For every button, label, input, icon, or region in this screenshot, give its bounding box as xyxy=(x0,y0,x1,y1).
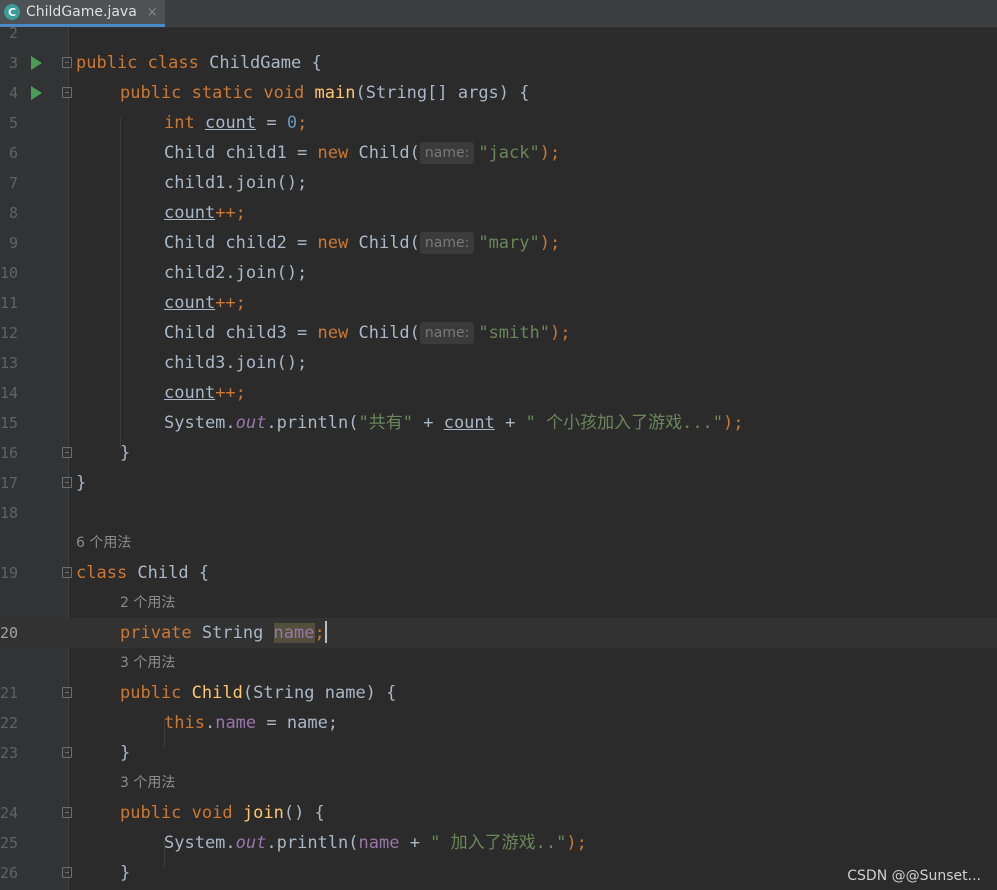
code-line: 9 Child child2 = new Child(name: "mary"); xyxy=(0,228,997,258)
line-number: 14 xyxy=(0,384,18,402)
line-number: 7 xyxy=(8,174,18,192)
usages-link[interactable]: 3 个用法 xyxy=(120,648,175,678)
code-line: 23 } xyxy=(0,738,997,768)
line-number: 12 xyxy=(0,324,18,342)
line-number: 2 xyxy=(8,24,18,42)
code-text: class Child { xyxy=(76,563,210,583)
code-text: public class ChildGame { xyxy=(76,53,322,73)
line-number: 26 xyxy=(0,864,18,882)
code-text: System.out.println(name + " 加入了游戏.."); xyxy=(164,833,587,853)
fold-icon[interactable] xyxy=(62,447,72,458)
line-number: 16 xyxy=(0,444,18,462)
line-number: 20 xyxy=(0,624,18,642)
code-line: 18 xyxy=(0,498,997,528)
code-line: 17 } xyxy=(0,468,997,498)
code-line: 19 class Child { xyxy=(0,558,997,588)
code-text: } xyxy=(120,743,131,763)
code-line: 10 child2.join(); xyxy=(0,258,997,288)
watermark: CSDN @@Sunset... xyxy=(847,868,981,884)
code-line: 14 count++; xyxy=(0,378,997,408)
code-text: Child child3 = new Child(name: "smith"); xyxy=(164,322,571,344)
code-line: 12 Child child3 = new Child(name: "smith"… xyxy=(0,318,997,348)
parameter-hint: name: xyxy=(419,142,475,164)
line-number: 13 xyxy=(0,354,18,372)
code-line: 22 this.name = name; xyxy=(0,708,997,738)
code-text: Child child2 = new Child(name: "mary"); xyxy=(164,232,561,254)
line-number: 21 xyxy=(0,684,18,702)
usage-hint-row: 3 个用法 xyxy=(0,648,997,678)
code-text: System.out.println("共有" + count + " 个小孩加… xyxy=(164,413,744,433)
line-number: 5 xyxy=(8,114,18,132)
code-line: 5 int count = 0; xyxy=(0,108,997,138)
fold-icon[interactable] xyxy=(62,807,72,818)
code-text: child3.join(); xyxy=(164,353,308,373)
parameter-hint: name: xyxy=(419,322,475,344)
highlighted-identifier: name xyxy=(273,623,315,643)
code-line: 3 public class ChildGame { xyxy=(0,48,997,78)
parameter-hint: name: xyxy=(419,232,475,254)
fold-icon[interactable] xyxy=(62,867,72,878)
code-text: public Child(String name) { xyxy=(120,683,397,703)
code-text: public static void main(String[] args) { xyxy=(120,83,530,103)
line-number: 10 xyxy=(0,264,18,282)
code-line: 16 } xyxy=(0,438,997,468)
code-line: 15 System.out.println("共有" + count + " 个… xyxy=(0,408,997,438)
line-number: 23 xyxy=(0,744,18,762)
line-number: 4 xyxy=(8,84,18,102)
fold-icon[interactable] xyxy=(62,477,72,488)
code-text: } xyxy=(76,473,87,493)
usages-link[interactable]: 2 个用法 xyxy=(120,588,175,618)
fold-icon[interactable] xyxy=(62,747,72,758)
code-text: int count = 0; xyxy=(164,113,308,133)
fold-icon[interactable] xyxy=(62,87,72,98)
code-line: 13 child3.join(); xyxy=(0,348,997,378)
line-number: 8 xyxy=(8,204,18,222)
run-icon[interactable] xyxy=(31,56,42,70)
code-text: count++; xyxy=(164,203,246,223)
code-text: private String name; xyxy=(120,621,327,643)
line-number: 11 xyxy=(0,294,18,312)
code-editor[interactable]: 2 3 public class ChildGame { 4 public st… xyxy=(0,24,997,890)
line-number: 17 xyxy=(0,474,18,492)
code-line: 7 child1.join(); xyxy=(0,168,997,198)
code-text: child2.join(); xyxy=(164,263,308,283)
usages-link[interactable]: 6 个用法 xyxy=(76,528,131,558)
code-text: public void join() { xyxy=(120,803,325,823)
line-number: 6 xyxy=(8,144,18,162)
code-text: } xyxy=(120,443,131,463)
line-number: 22 xyxy=(0,714,18,732)
code-text: this.name = name; xyxy=(164,713,339,733)
line-number: 19 xyxy=(0,564,18,582)
code-line: 2 xyxy=(0,18,997,48)
code-line: 24 public void join() { xyxy=(0,798,997,828)
fold-icon[interactable] xyxy=(62,567,72,578)
usages-link[interactable]: 3 个用法 xyxy=(120,768,175,798)
code-line: 6 Child child1 = new Child(name: "jack"); xyxy=(0,138,997,168)
fold-icon[interactable] xyxy=(62,57,72,68)
code-text: child1.join(); xyxy=(164,173,308,193)
usage-hint-row: 3 个用法 xyxy=(0,768,997,798)
run-icon[interactable] xyxy=(31,86,42,100)
text-caret xyxy=(324,621,327,643)
usage-hint-row: 2 个用法 xyxy=(0,588,997,618)
usage-hint-row: 6 个用法 xyxy=(0,528,997,558)
code-line-current: 20 private String name; xyxy=(0,618,997,648)
code-text: Child child1 = new Child(name: "jack"); xyxy=(164,142,561,164)
code-line: 4 public static void main(String[] args)… xyxy=(0,78,997,108)
code-text: } xyxy=(120,863,131,883)
line-number: 18 xyxy=(0,504,18,522)
line-number: 25 xyxy=(0,834,18,852)
line-number: 24 xyxy=(0,804,18,822)
code-line: 25 System.out.println(name + " 加入了游戏..")… xyxy=(0,828,997,858)
line-number: 9 xyxy=(8,234,18,252)
code-line: 11 count++; xyxy=(0,288,997,318)
line-number: 15 xyxy=(0,414,18,432)
code-text: count++; xyxy=(164,293,246,313)
line-number: 3 xyxy=(8,54,18,72)
fold-icon[interactable] xyxy=(62,687,72,698)
code-line: 21 public Child(String name) { xyxy=(0,678,997,708)
code-text: count++; xyxy=(164,383,246,403)
code-line: 8 count++; xyxy=(0,198,997,228)
